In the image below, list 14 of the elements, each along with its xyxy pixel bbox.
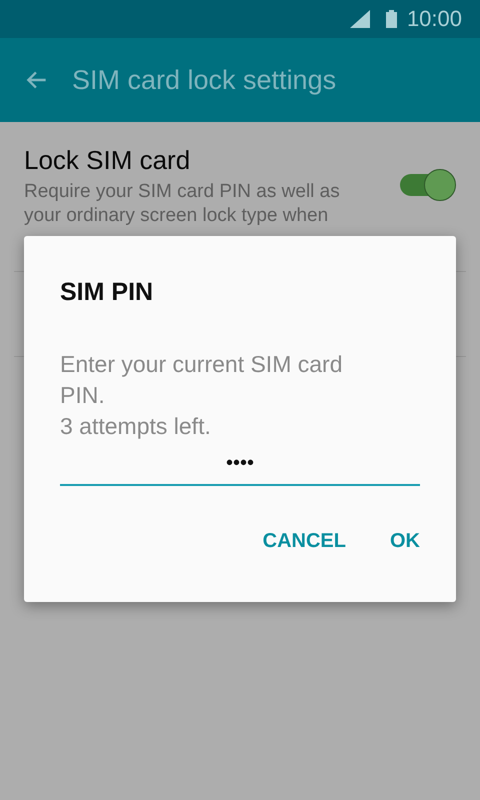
dialog-message: Enter your current SIM card PIN.	[60, 350, 344, 410]
ok-button[interactable]: OK	[390, 530, 420, 553]
setting-row[interactable]: Lock SIM card Require your SIM card PIN as well as your ordinary screen lock type when	[0, 122, 480, 228]
dialog-title: SIM PIN	[60, 278, 154, 307]
attempts-text: 3 attempts left.	[60, 412, 212, 441]
app-bar-title: SIM card lock settings	[72, 64, 336, 96]
signal-icon	[350, 10, 370, 28]
pin-field[interactable]: ••••	[60, 448, 420, 486]
status-time: 10:00	[406, 6, 462, 32]
cancel-button[interactable]: CANCEL	[262, 530, 346, 553]
toggle-switch[interactable]	[398, 169, 456, 201]
battery-icon	[386, 10, 397, 28]
setting-title: Lock SIM card	[24, 144, 192, 176]
setting-summary: Require your SIM card PIN as well as your ordinary screen lock type when	[24, 180, 341, 228]
